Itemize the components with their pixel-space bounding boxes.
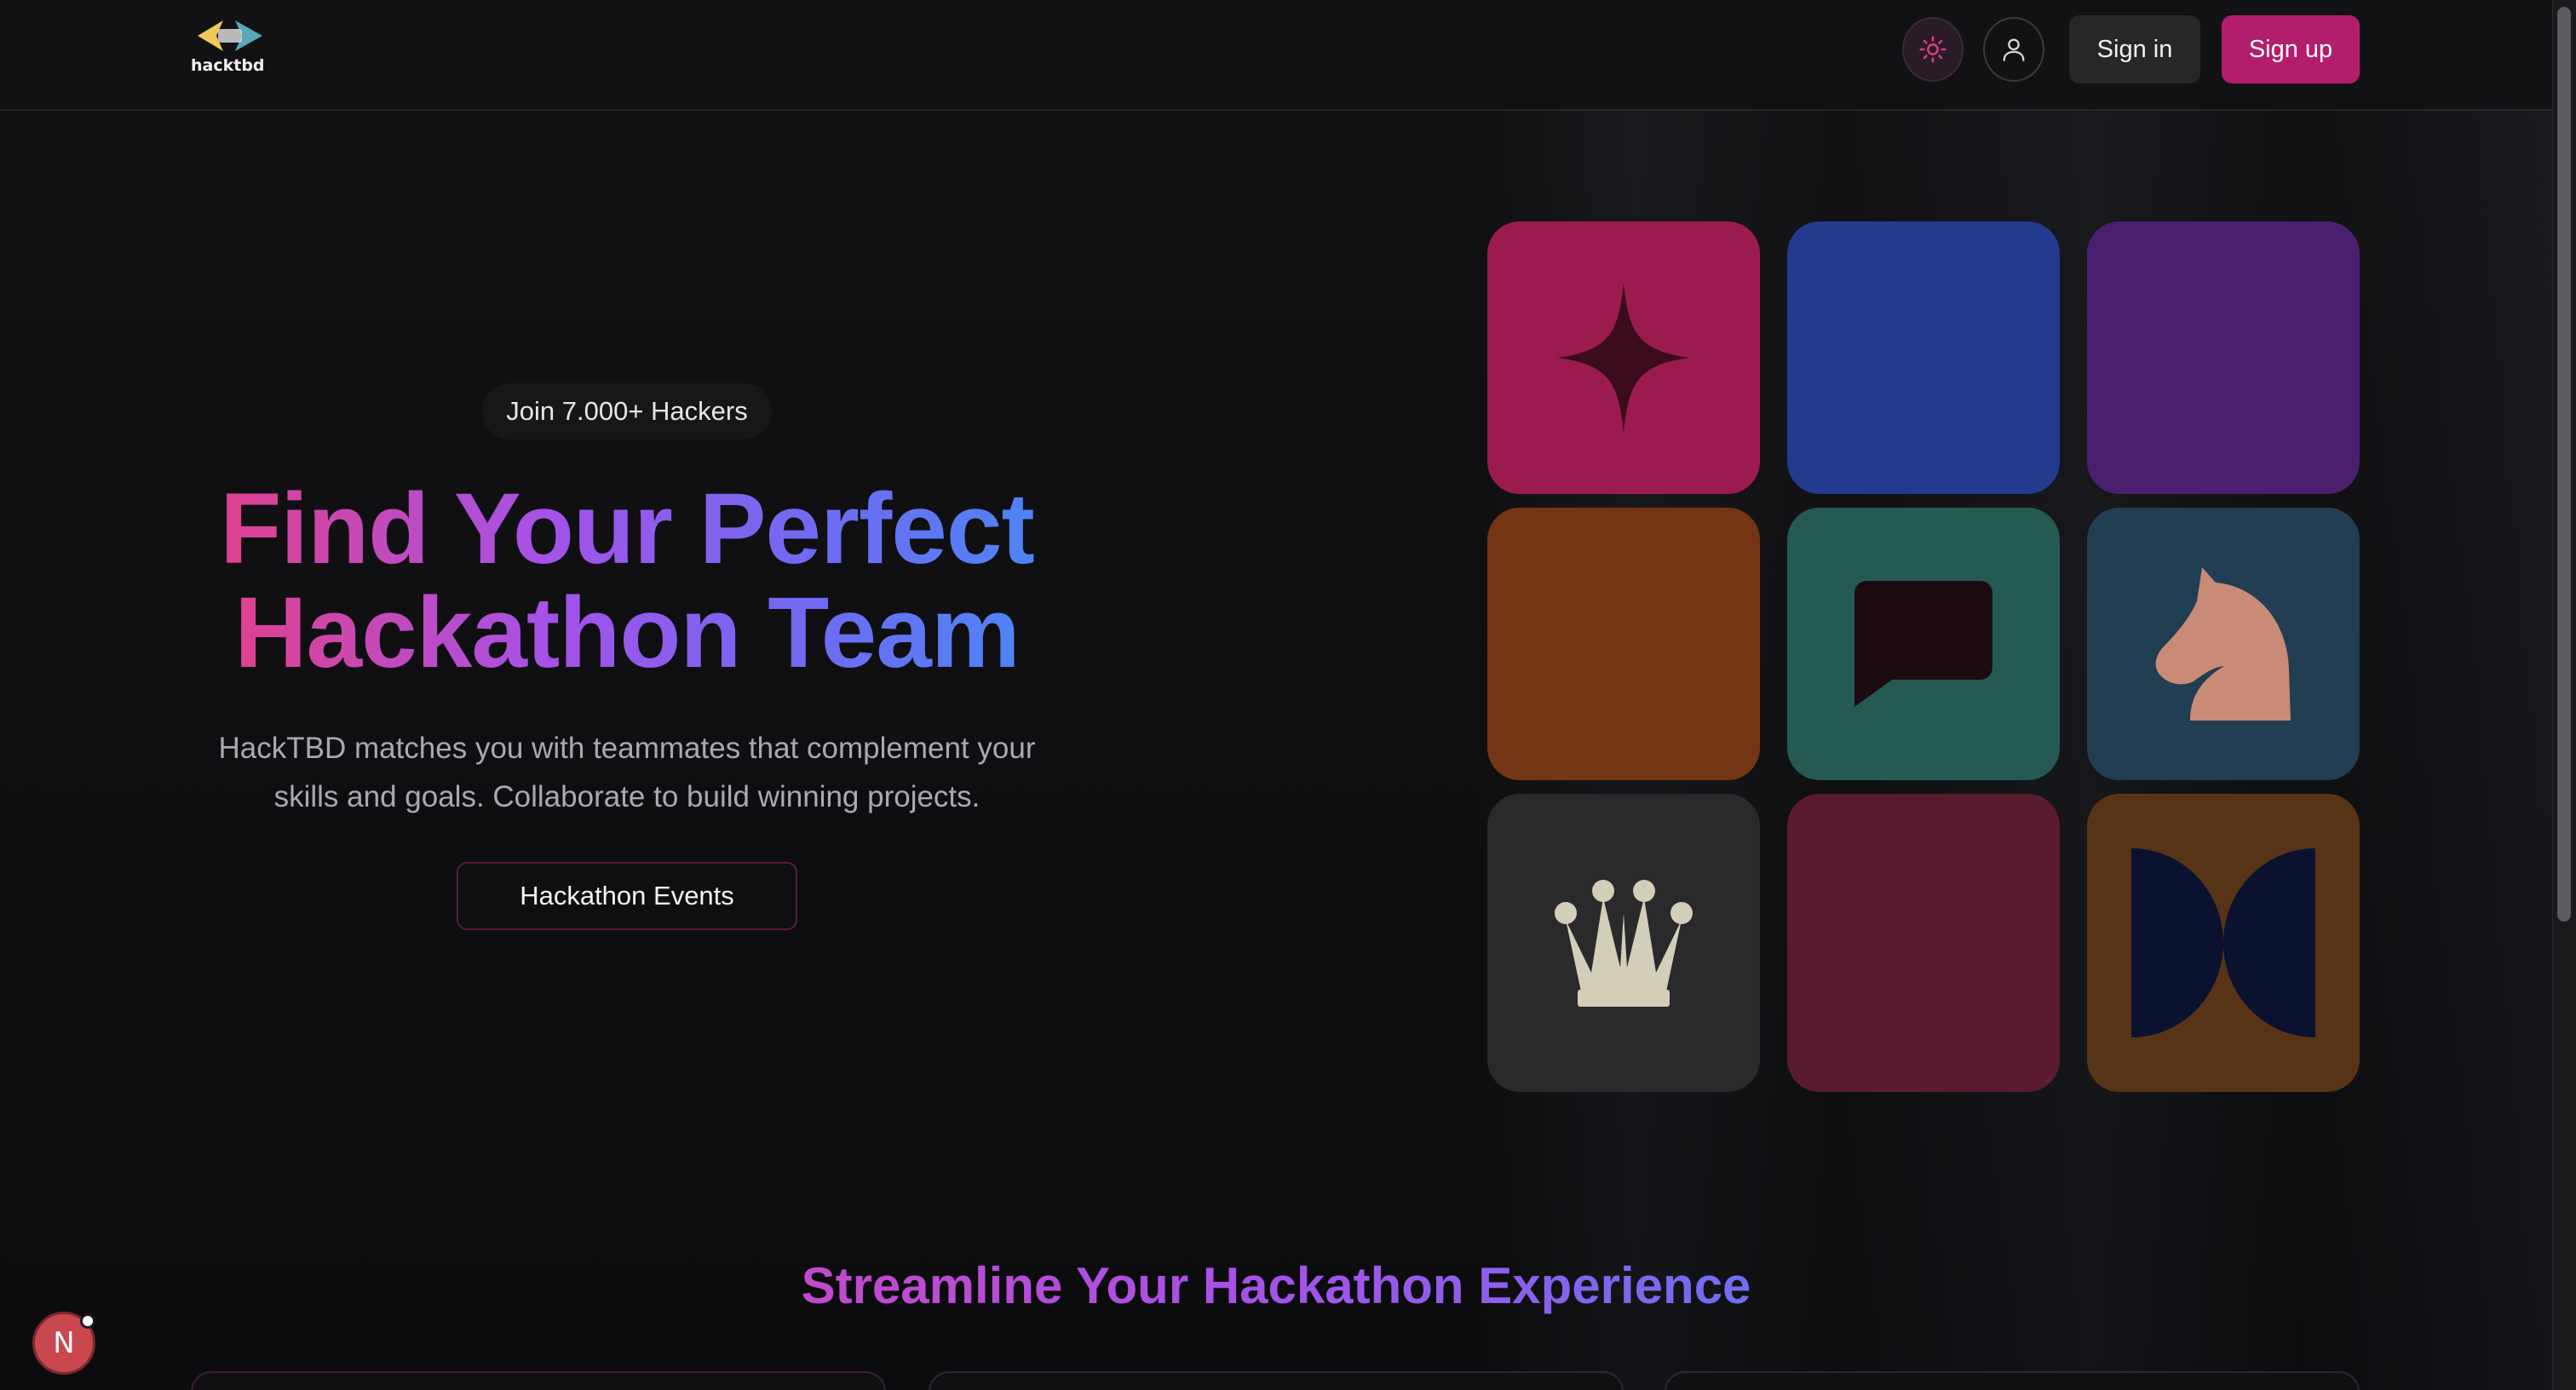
hero-title-line2: Hackathon Team	[234, 577, 1021, 689]
dev-tools-letter: N	[53, 1326, 75, 1360]
notification-dot	[80, 1313, 95, 1329]
sign-up-button[interactable]: Sign up	[2222, 15, 2360, 83]
sign-in-button[interactable]: Sign in	[2069, 15, 2200, 83]
hero-subtitle-line2: skills and goals. Collaborate to build w…	[273, 780, 980, 813]
logo[interactable]: hacktbd	[191, 17, 265, 77]
sun-icon	[1919, 36, 1946, 63]
hackathon-events-button[interactable]: Hackathon Events	[457, 862, 797, 930]
tile-bowtie	[2087, 794, 2360, 1092]
logo-arrows-icon	[198, 20, 262, 51]
chat-bubble-icon	[1854, 581, 1992, 707]
hero-subtitle-line1: HackTBD matches you with teammates that …	[218, 732, 1036, 765]
feature-card	[929, 1371, 1624, 1390]
tile-chat	[1787, 508, 2060, 780]
top-navbar: hacktbd Sign in Sign up	[0, 0, 2552, 111]
section-title-text: Streamline Your Hackathon Experience	[802, 1252, 1751, 1320]
join-hackers-badge: Join 7.000+ Hackers	[482, 383, 772, 439]
feature-card	[191, 1371, 886, 1390]
tile-purple	[2087, 221, 2360, 494]
scrollbar-thumb[interactable]	[2557, 7, 2571, 922]
user-icon	[2003, 38, 2025, 61]
chess-knight-icon	[2155, 567, 2291, 721]
crown-icon	[1555, 880, 1693, 1007]
bowtie-shape-icon	[2131, 848, 2315, 1037]
feature-card	[1665, 1371, 2360, 1390]
account-button[interactable]	[1983, 17, 2044, 82]
section-title: Streamline Your Hackathon Experience	[0, 1252, 2552, 1320]
page-root: hacktbd Sign in Sign up Join 7.000+ Hack…	[0, 0, 2576, 1390]
hero-title-line1: Find Your Perfect	[220, 473, 1035, 585]
tile-maroon	[1787, 794, 2060, 1092]
logo-text: hacktbd	[191, 56, 265, 75]
tile-orange	[1487, 508, 1760, 780]
hero-title: Find Your Perfect Hackathon Team	[136, 477, 1118, 685]
tile-sparkle	[1487, 221, 1760, 494]
hero-subtitle: HackTBD matches you with teammates that …	[179, 724, 1075, 821]
theme-toggle-button[interactable]	[1902, 17, 1964, 82]
tile-blue	[1787, 221, 2060, 494]
tile-crown	[1487, 794, 1760, 1092]
tile-knight	[2087, 508, 2360, 780]
sparkle-icon	[1557, 283, 1690, 433]
